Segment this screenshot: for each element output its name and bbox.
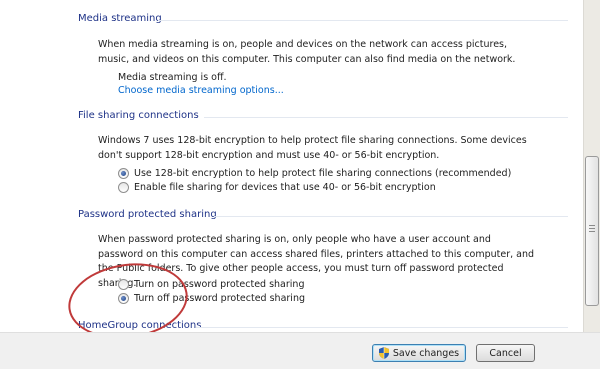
encryption-40-56-label: Enable file sharing for devices that use… <box>134 182 436 193</box>
media-streaming-header: Media streaming <box>78 13 162 24</box>
password-off-option[interactable]: Turn off password protected sharing <box>118 293 305 304</box>
scrollbar-grip-icon <box>589 225 595 233</box>
password-on-radio[interactable] <box>118 279 129 290</box>
file-sharing-divider <box>204 117 568 118</box>
password-sharing-header: Password protected sharing <box>78 209 217 220</box>
homegroup-divider <box>196 327 568 328</box>
homegroup-header: HomeGroup connections <box>78 320 202 331</box>
password-on-label: Turn on password protected sharing <box>134 279 305 290</box>
encryption-128-label: Use 128-bit encryption to help protect f… <box>134 168 512 179</box>
media-streaming-options-link[interactable]: Choose media streaming options... <box>118 85 284 96</box>
settings-panel: Media streaming When media streaming is … <box>0 0 583 332</box>
password-on-option[interactable]: Turn on password protected sharing <box>118 279 304 290</box>
save-changes-button[interactable]: Save changes <box>372 344 466 362</box>
cancel-button[interactable]: Cancel <box>476 344 535 362</box>
password-off-radio[interactable] <box>118 293 129 304</box>
password-sharing-divider <box>214 216 568 217</box>
vertical-scrollbar[interactable] <box>583 0 600 332</box>
cancel-label: Cancel <box>489 347 522 359</box>
scrollbar-thumb[interactable] <box>585 156 599 306</box>
uac-shield-icon <box>378 347 389 359</box>
password-off-label: Turn off password protected sharing <box>134 293 305 304</box>
encryption-128-radio[interactable] <box>118 168 129 179</box>
encryption-40-56-option[interactable]: Enable file sharing for devices that use… <box>118 182 436 193</box>
file-sharing-header: File sharing connections <box>78 110 199 121</box>
encryption-40-56-radio[interactable] <box>118 182 129 193</box>
save-changes-label: Save changes <box>392 347 460 359</box>
media-streaming-divider <box>158 20 568 21</box>
encryption-128-option[interactable]: Use 128-bit encryption to help protect f… <box>118 168 511 179</box>
file-sharing-description: Windows 7 uses 128-bit encryption to hel… <box>98 135 527 161</box>
button-bar: Save changes Cancel <box>0 332 600 369</box>
media-streaming-description: When media streaming is on, people and d… <box>98 39 516 65</box>
media-streaming-status: Media streaming is off. <box>118 72 227 83</box>
